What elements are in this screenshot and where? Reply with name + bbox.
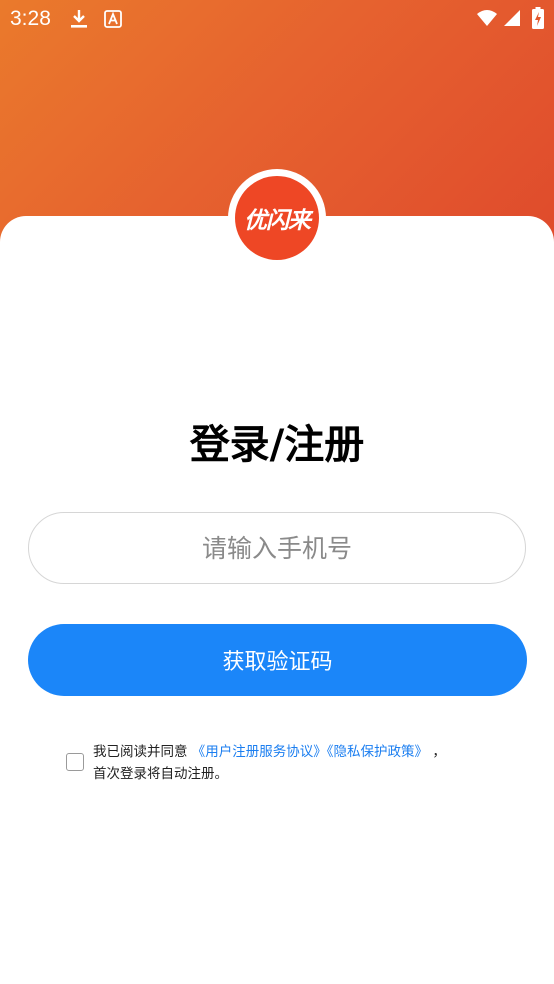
page-title: 登录/注册	[189, 422, 365, 468]
login-card	[0, 216, 554, 984]
download-icon	[71, 10, 87, 28]
agreement-checkbox[interactable]	[66, 753, 84, 771]
agreement-auto-register-note: 首次登录将自动注册。	[93, 766, 228, 782]
get-code-button[interactable]: 获取验证码	[28, 624, 527, 696]
user-agreement-link[interactable]: 《用户注册服务协议》	[192, 744, 327, 760]
battery-charging-icon	[532, 7, 544, 29]
privacy-policy-link[interactable]: 《隐私保护政策》	[327, 744, 428, 760]
agreement-prefix: 我已阅读并同意	[93, 744, 188, 760]
logo-text: 优闪来	[244, 208, 311, 234]
agreement-suffix: ，	[432, 744, 446, 760]
font-a-icon	[104, 10, 122, 28]
status-bar: 3:28	[0, 0, 554, 38]
app-logo: 优闪来	[235, 176, 319, 260]
agreement-text: 我已阅读并同意 《用户注册服务协议》《隐私保护政策》 ， 首次登录将自动注册。	[93, 741, 493, 785]
signal-icon	[504, 10, 520, 26]
wifi-icon	[477, 10, 497, 26]
status-time: 3:28	[10, 7, 51, 30]
phone-input[interactable]	[28, 512, 526, 584]
